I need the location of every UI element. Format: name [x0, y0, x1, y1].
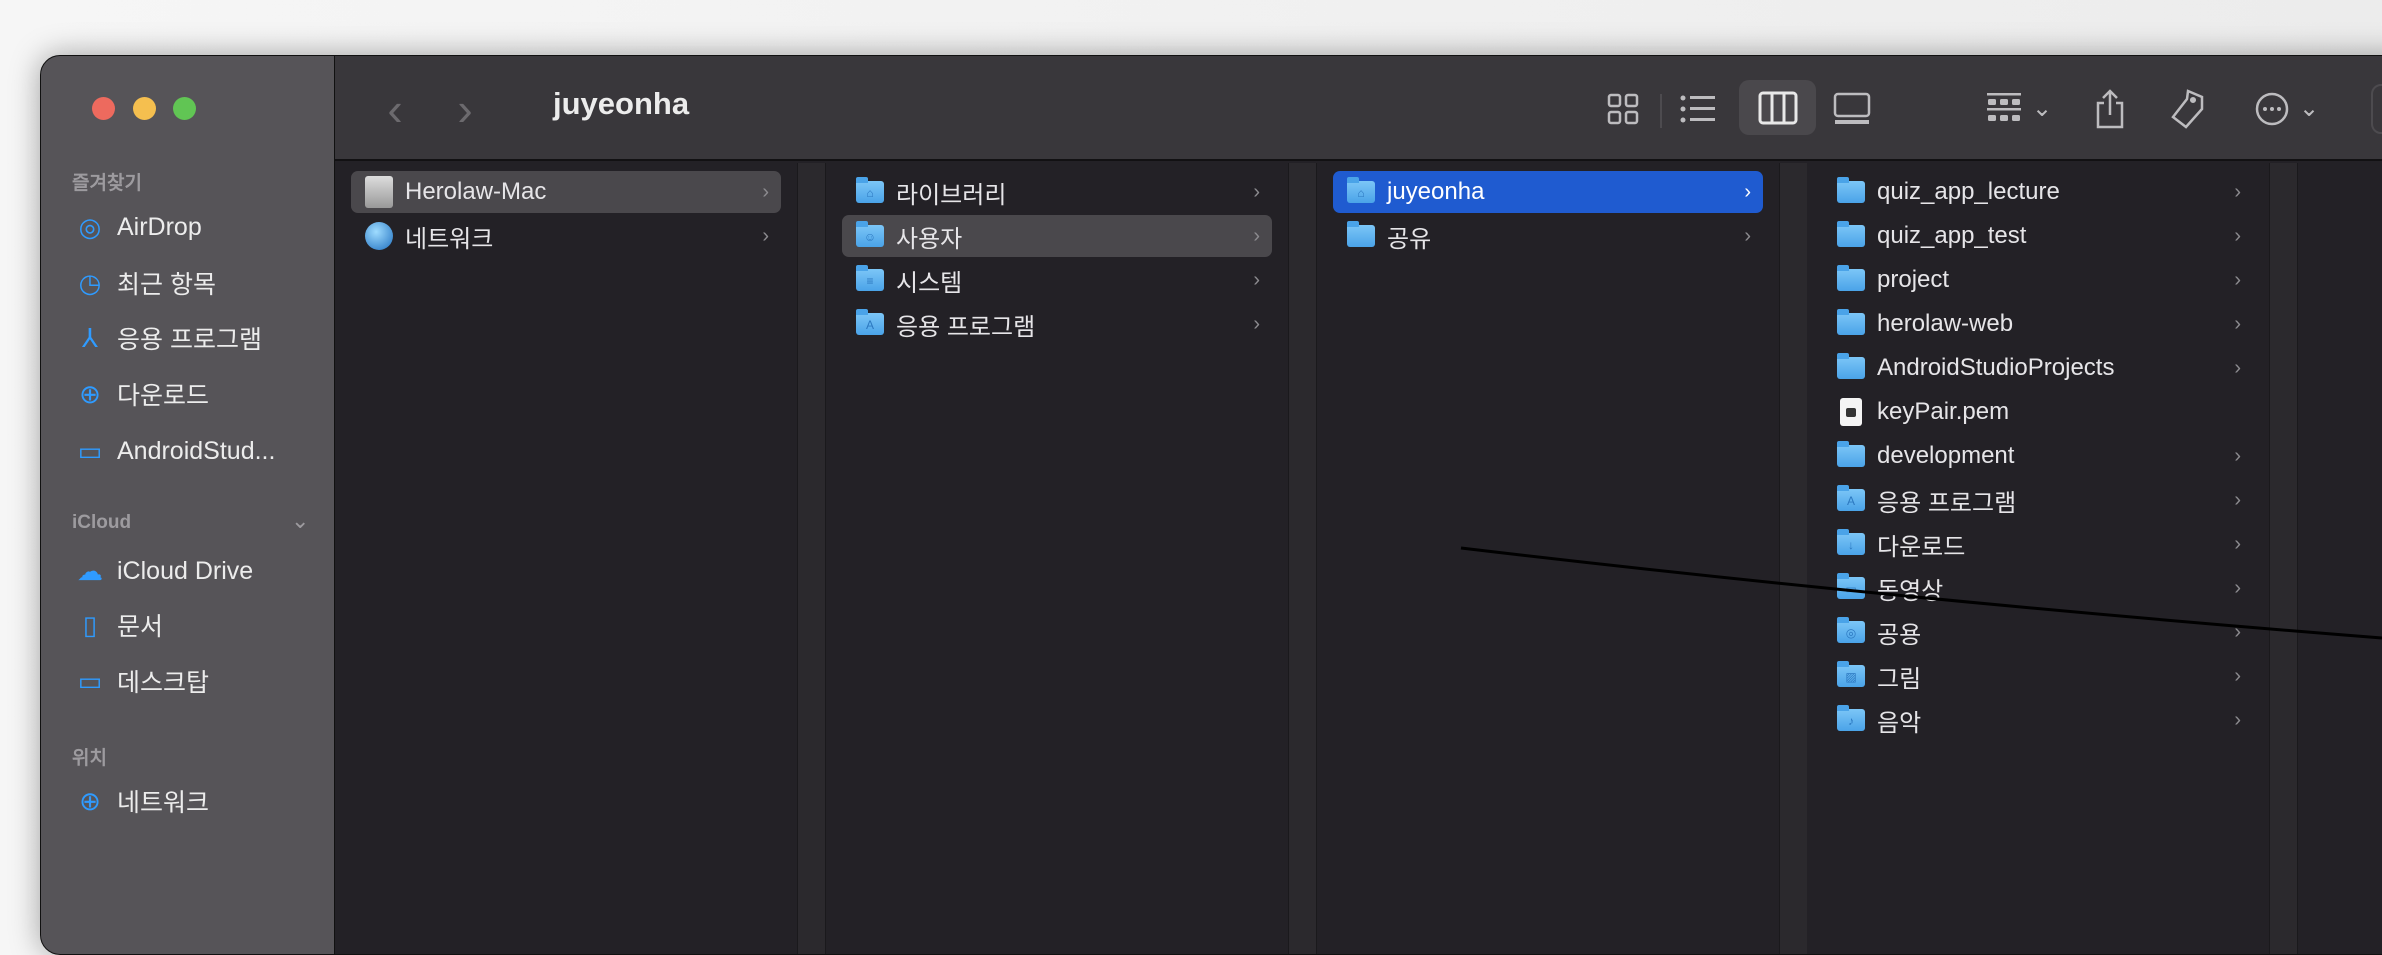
annotation-line: [1460, 546, 2382, 640]
